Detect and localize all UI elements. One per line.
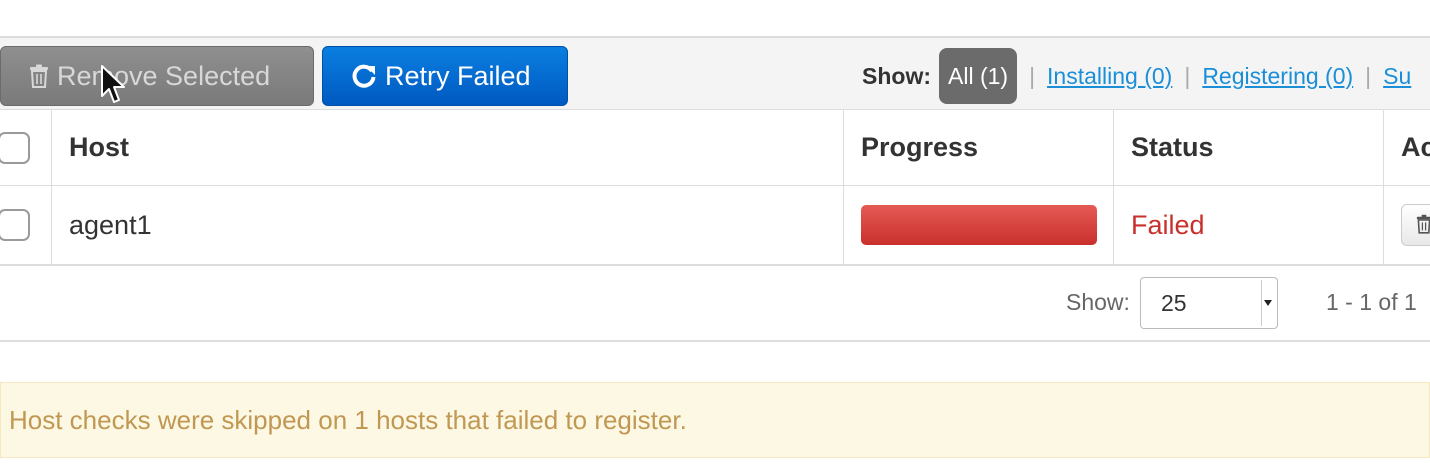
hosts-toolbar: Remove Selected Retry Failed Show: All (… [0, 36, 1430, 110]
host-name: agent1 [51, 186, 843, 264]
trash-icon [1416, 210, 1430, 241]
remove-host-button[interactable] [1401, 204, 1430, 246]
status-failed-link[interactable]: Failed [1113, 186, 1383, 264]
row-checkbox[interactable] [0, 209, 30, 241]
table-row: agent1 Failed [0, 186, 1430, 266]
page-size-value: 25 [1161, 290, 1187, 316]
filter-separator: | [1029, 62, 1036, 89]
remove-selected-button[interactable]: Remove Selected [0, 46, 314, 106]
retry-failed-label: Retry Failed [385, 61, 531, 91]
page-size-label: Show: [1066, 289, 1130, 315]
filter-separator: | [1365, 62, 1372, 89]
row-select-cell [0, 186, 51, 264]
host-status-filters: Show: All (1) | Installing (0) | Registe… [862, 46, 1411, 106]
table-header-row: Host Progress Status Ac [0, 110, 1430, 186]
filter-registering[interactable]: Registering (0) [1202, 63, 1353, 90]
action-cell [1383, 186, 1430, 264]
progress-cell [843, 186, 1113, 264]
mouse-pointer-icon [101, 65, 125, 103]
hosts-table: Host Progress Status Ac agent1 Failed [0, 110, 1430, 266]
page-size-select[interactable]: 25 [1140, 277, 1278, 329]
header-progress: Progress [843, 110, 1113, 185]
filter-success[interactable]: Su [1383, 63, 1411, 90]
pagination-range: 1 - 1 of 1 [1326, 289, 1417, 315]
hosts-install-page: Remove Selected Retry Failed Show: All (… [0, 0, 1430, 468]
filter-separator: | [1184, 62, 1191, 89]
header-action: Ac [1383, 110, 1430, 185]
progress-bar [861, 205, 1097, 245]
filter-show-label: Show: [862, 62, 931, 89]
select-all-checkbox[interactable] [0, 131, 30, 164]
filter-all[interactable]: All (1) [939, 48, 1018, 104]
host-checks-alert: Host checks were skipped on 1 hosts that… [0, 382, 1430, 458]
retry-failed-button[interactable]: Retry Failed [322, 46, 568, 106]
filter-installing[interactable]: Installing (0) [1047, 63, 1172, 90]
chevron-down-icon [1261, 280, 1272, 326]
remove-selected-label: Remove Selected [57, 61, 271, 91]
progress-bar-fill [861, 205, 1097, 245]
trash-icon [29, 64, 49, 88]
header-host[interactable]: Host [51, 110, 843, 185]
refresh-icon [351, 63, 377, 89]
header-status: Status [1113, 110, 1383, 185]
header-select-cell [0, 110, 51, 185]
table-pagination: Show: 25 1 - 1 of 1 [0, 266, 1430, 342]
